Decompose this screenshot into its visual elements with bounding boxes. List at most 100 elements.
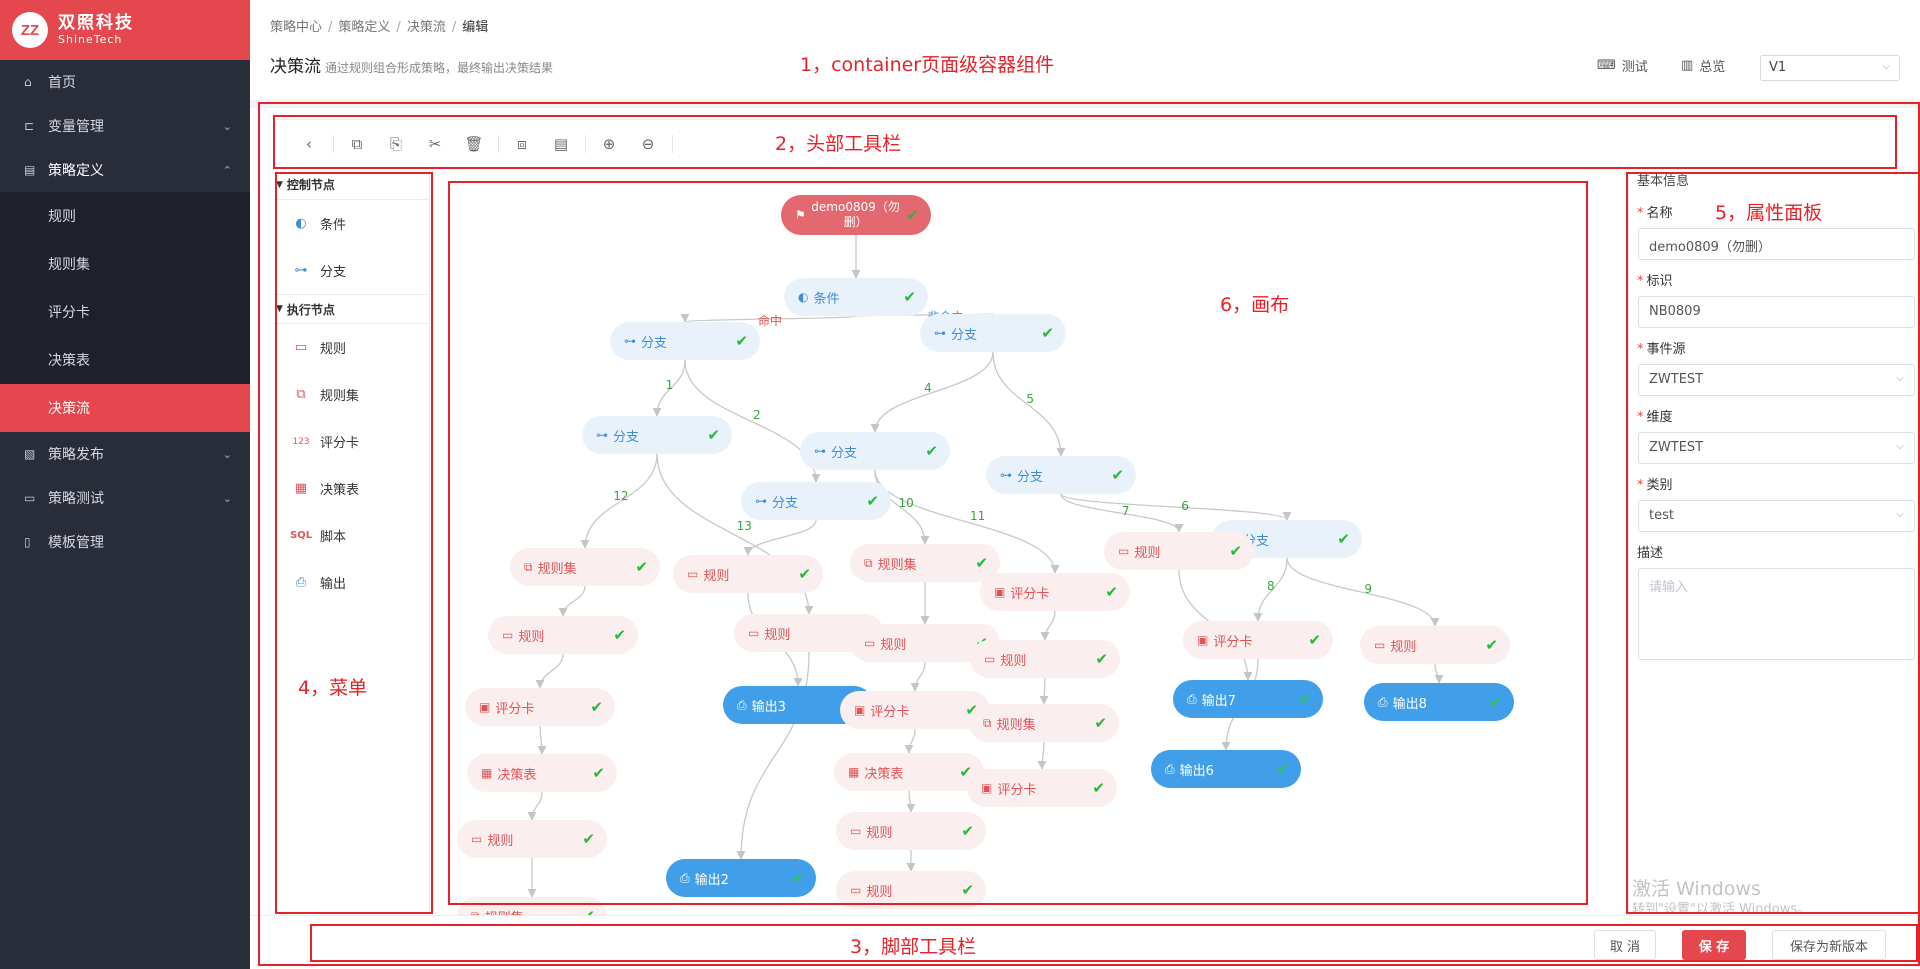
flow-node-exec[interactable]: ⧉规则集✔ xyxy=(850,544,1000,582)
flow-edge[interactable] xyxy=(1037,741,1047,770)
node-label: 分支 xyxy=(1017,469,1044,485)
flow-edge[interactable] xyxy=(527,791,543,821)
flow-node-exec[interactable]: ▭ 规则 ✔ xyxy=(970,640,1120,678)
sidebar-item-variables[interactable]: ⊏ 变量管理 ⌄ xyxy=(0,104,250,148)
flow-edge[interactable] xyxy=(736,651,810,860)
select-all-icon[interactable]: ⧈ xyxy=(507,129,537,159)
breadcrumb-item[interactable]: 决策流 xyxy=(407,20,446,35)
flow-node-exec[interactable]: ⧉规则集✔ xyxy=(510,548,660,586)
flow-node-exec[interactable]: ▣ 评分卡 ✔ xyxy=(1183,621,1333,659)
flow-node-exec[interactable]: ▣ 评分卡 ✔ xyxy=(840,691,990,729)
flow-edge[interactable] xyxy=(1039,677,1049,705)
toolbar-divider xyxy=(585,135,586,153)
flow-node-ctrl[interactable]: ⊶ 分支 ✔ xyxy=(920,314,1066,352)
flow-node-exec[interactable]: ▭ 规则 ✔ xyxy=(488,616,638,654)
sidebar-item-templates[interactable]: ▯ 模板管理 xyxy=(0,520,250,564)
chevron-down-icon: ⌵ xyxy=(1896,509,1904,520)
flow-node-ctrl[interactable]: ⊶ 分支 ✔ xyxy=(800,432,950,470)
flow-node-out[interactable]: ⎙ 输出7 ✔ xyxy=(1173,680,1323,718)
back-icon[interactable]: ‹ xyxy=(294,129,324,159)
flow-node-exec[interactable]: ▭ 规则 ✔ xyxy=(673,555,823,593)
flow-node-exec[interactable]: ⧉规则集✔ xyxy=(457,897,607,915)
sidebar-item-strategy-def[interactable]: ▤ 策略定义 ⌃ xyxy=(0,148,250,192)
zoom-in-icon[interactable]: ⊕ xyxy=(594,129,624,159)
version-select[interactable]: V1 ⌵ xyxy=(1760,55,1900,81)
flow-edge[interactable] xyxy=(743,519,817,556)
menu-item-rule[interactable]: ▭ 规则 xyxy=(274,324,429,371)
flow-node-exec[interactable]: ▣ 评分卡 ✔ xyxy=(465,688,615,726)
layout-icon[interactable]: ▤ xyxy=(546,129,576,159)
description-textarea[interactable]: 请输入 xyxy=(1638,568,1915,660)
menu-item-scorecard[interactable]: 123 评分卡 xyxy=(274,418,429,465)
flow-edge[interactable] xyxy=(535,653,564,689)
logo[interactable]: ZZ 双照科技 ShineTech xyxy=(0,0,250,60)
save-button[interactable]: 保 存 xyxy=(1682,930,1746,960)
check-icon: ✔ xyxy=(1094,714,1107,732)
sidebar-item-strategy-test[interactable]: ▭ 策略测试 ⌄ xyxy=(0,476,250,520)
flow-node-exec[interactable]: ▭ 规则 ✔ xyxy=(457,820,607,858)
breadcrumb-item[interactable]: 策略定义 xyxy=(338,20,390,35)
menu-item-condition[interactable]: ◐ 条件 xyxy=(274,200,429,247)
flow-edge[interactable] xyxy=(1040,610,1056,641)
flow-node-exec[interactable]: ▭ 规则 ✔ xyxy=(1104,532,1254,570)
flow-node-out[interactable]: ⎙ 输出8 ✔ xyxy=(1364,683,1514,721)
name-input[interactable]: demo0809（勿删） xyxy=(1638,228,1915,260)
sidebar-subitem-decision-table[interactable]: 决策表 xyxy=(0,336,250,384)
flow-edge[interactable] xyxy=(1434,663,1444,684)
cancel-button[interactable]: 取 消 xyxy=(1594,930,1656,960)
menu-group-exec[interactable]: ▼ 执行节点 xyxy=(274,294,429,324)
flow-node-out[interactable]: ⎙ 输出2 ✔ xyxy=(666,859,816,897)
sidebar-item-strategy-publish[interactable]: ▧ 策略发布 ⌄ xyxy=(0,432,250,476)
menu-item-branch[interactable]: ⊶ 分支 xyxy=(274,247,429,294)
sidebar-subitem-decision-flow[interactable]: 决策流 xyxy=(0,384,250,432)
sidebar-subitem-ruleset[interactable]: 规则集 xyxy=(0,240,250,288)
copy-icon[interactable]: ⧉ xyxy=(342,129,372,159)
menu-item-script[interactable]: SQL 脚本 xyxy=(274,512,429,559)
flow-node-exec[interactable]: ▭ 规则 ✔ xyxy=(1360,626,1510,664)
menu-item-output[interactable]: ⎙ 输出 xyxy=(274,559,429,606)
flow-edge[interactable] xyxy=(904,728,916,754)
decision-table-icon: ▦ xyxy=(848,765,860,779)
cut-icon[interactable]: ✂ xyxy=(420,129,450,159)
flow-node-ctrl[interactable]: ⊶ 分支 ✔ xyxy=(741,482,891,520)
flow-node-exec[interactable]: ▦ 决策表 ✔ xyxy=(467,754,617,792)
breadcrumb-item[interactable]: 策略中心 xyxy=(270,20,322,35)
overview-button[interactable]: ▥ 总览 xyxy=(1681,56,1725,75)
code-input[interactable]: NB0809 xyxy=(1638,296,1915,328)
flow-node-ctrl[interactable]: ◐ 条件 ✔ xyxy=(784,278,928,316)
flow-node-exec[interactable]: ⧉规则集✔ xyxy=(969,704,1119,742)
zoom-out-icon[interactable]: ⊖ xyxy=(633,129,663,159)
test-button[interactable]: ⌨ 测试 xyxy=(1597,56,1648,75)
menu-item-ruleset[interactable]: ⧉ 规则集 xyxy=(274,371,429,418)
save-as-new-version-button[interactable]: 保存为新版本 xyxy=(1772,930,1886,960)
sidebar-item-home[interactable]: ⌂ 首页 xyxy=(0,60,250,104)
flow-edge[interactable] xyxy=(537,725,547,755)
sidebar-subitem-scorecard[interactable]: 评分卡 xyxy=(0,288,250,336)
event-source-select[interactable]: ZWTEST ⌵ xyxy=(1638,364,1915,396)
flow-edge[interactable] xyxy=(870,351,994,433)
flow-edge[interactable] xyxy=(558,585,586,617)
flow-node-start[interactable]: ⚑ demo0809（勿删） ✔ xyxy=(781,195,931,235)
menu-group-control[interactable]: ▼ 控制节点 xyxy=(274,170,429,200)
flow-node-exec[interactable]: ▣ 评分卡 ✔ xyxy=(980,573,1130,611)
sidebar-subitem-rule[interactable]: 规则 xyxy=(0,192,250,240)
dimension-select[interactable]: ZWTEST ⌵ xyxy=(1638,432,1915,464)
flow-edge[interactable] xyxy=(1060,493,1292,521)
flow-node-ctrl[interactable]: ⊶ 分支 ✔ xyxy=(610,322,760,360)
page-title: 决策流 通过规则组合形成策略，最终输出决策结果 xyxy=(270,52,553,77)
check-icon: ✔ xyxy=(791,869,804,887)
menu-item-decision-table[interactable]: ▦ 决策表 xyxy=(274,465,429,512)
paste-icon[interactable]: ⎘ xyxy=(381,129,411,159)
flow-node-exec[interactable]: ▭ 规则 ✔ xyxy=(836,871,986,909)
delete-icon[interactable]: 🗑 xyxy=(459,129,489,159)
flow-node-ctrl[interactable]: ⊶ 分支 ✔ xyxy=(582,416,732,454)
flow-node-ctrl[interactable]: ⊶ 分支 ✔ xyxy=(986,456,1136,494)
flow-edge[interactable] xyxy=(1286,557,1440,627)
category-select[interactable]: test ⌵ xyxy=(1638,500,1915,532)
flow-edge[interactable] xyxy=(906,790,916,813)
flow-node-exec[interactable]: ▦ 决策表 ✔ xyxy=(834,753,984,791)
flow-node-out[interactable]: ⎙ 输出6 ✔ xyxy=(1151,750,1301,788)
flow-node-exec[interactable]: ▭ 规则 ✔ xyxy=(836,812,986,850)
flow-edge[interactable] xyxy=(910,661,926,692)
flow-node-exec[interactable]: ▣ 评分卡 ✔ xyxy=(967,769,1117,807)
